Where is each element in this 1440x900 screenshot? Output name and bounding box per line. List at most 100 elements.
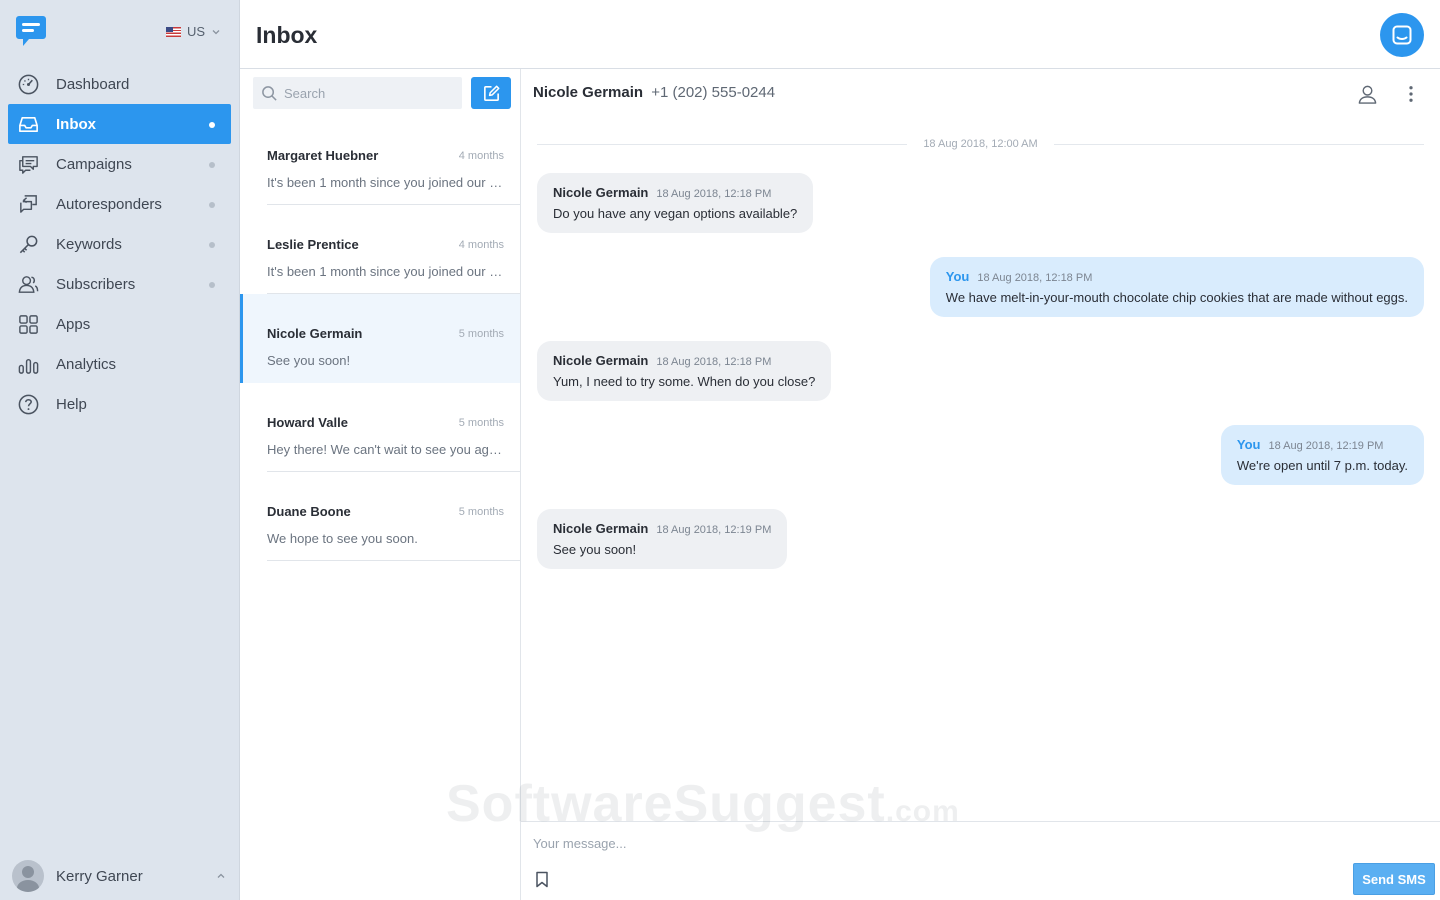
conversation-time: 5 months [458, 506, 504, 518]
sidebar-item-autoresponders[interactable]: Autoresponders [8, 184, 231, 224]
chat-icon [1392, 25, 1412, 45]
app-logo-icon[interactable] [15, 14, 47, 48]
send-sms-button[interactable]: Send SMS [1353, 863, 1435, 895]
chevron-down-icon [212, 29, 220, 34]
conversation-name: Margaret Huebner [267, 148, 379, 163]
key-icon [16, 232, 40, 256]
sidebar-item-label: Keywords [56, 235, 122, 253]
conversation-list: Margaret Huebner 4 months It's been 1 mo… [240, 69, 521, 900]
conversation-name: Howard Valle [267, 415, 348, 430]
contact-profile-button[interactable] [1356, 83, 1378, 105]
conversation-item[interactable]: Duane Boone 5 months We hope to see you … [240, 472, 520, 561]
conversation-name: Leslie Prentice [267, 237, 359, 252]
message-text: We're open until 7 p.m. today. [1236, 458, 1408, 473]
conversation-preview: It's been 1 month since you joined our V… [267, 264, 504, 279]
chat-header: Nicole Germain +1 (202) 555-0244 [533, 84, 775, 101]
sidebar-item-campaigns[interactable]: Campaigns [8, 144, 231, 184]
more-vertical-icon [1409, 86, 1413, 102]
locale-label: US [187, 24, 206, 39]
message-incoming: Nicole Germain 18 Aug 2018, 12:19 PM See … [537, 509, 788, 569]
conversation-preview: See you soon! [267, 353, 351, 368]
sidebar-item-label: Apps [56, 315, 91, 333]
help-icon [16, 392, 40, 416]
page-title: Inbox [256, 22, 318, 48]
conversation-time: 5 months [458, 328, 504, 340]
support-chat-button[interactable] [1380, 13, 1424, 57]
compose-button[interactable] [471, 77, 511, 109]
sidebar-nav: Dashboard Inbox Campaigns Autoresponders [8, 64, 231, 424]
autoresponders-icon [16, 192, 40, 216]
conversation-item[interactable]: Leslie Prentice 4 months It's been 1 mon… [240, 205, 520, 294]
sidebar-item-label: Inbox [56, 115, 96, 133]
contact-phone: +1 (202) 555-0244 [651, 84, 776, 101]
sidebar-item-label: Subscribers [56, 275, 136, 293]
notification-dot [209, 162, 215, 168]
more-options-button[interactable] [1400, 83, 1422, 105]
notification-dot [209, 282, 215, 288]
campaigns-icon [16, 152, 40, 176]
conversation-preview: Hey there! We can't wait to see you agai… [267, 442, 504, 457]
sidebar: US Dashboard Inbox Campaigns Autorespond… [0, 0, 240, 900]
message-timestamp: 18 Aug 2018, 12:19 PM [656, 524, 772, 536]
sidebar-item-label: Analytics [56, 355, 117, 373]
us-flag-icon [166, 26, 181, 37]
message-composer: Send SMS [521, 821, 1440, 900]
message-timestamp: 18 Aug 2018, 12:18 PM [977, 272, 1093, 284]
message-input[interactable] [533, 836, 1233, 851]
notification-dot [209, 242, 215, 248]
search-input[interactable] [284, 85, 454, 101]
notification-dot [209, 122, 215, 128]
sidebar-item-analytics[interactable]: Analytics [8, 344, 231, 384]
conversation-name: Duane Boone [267, 504, 351, 519]
sidebar-item-label: Campaigns [56, 155, 132, 173]
bookmark-icon[interactable] [535, 871, 549, 888]
search-box [253, 77, 462, 109]
sidebar-item-keywords[interactable]: Keywords [8, 224, 231, 264]
sidebar-item-label: Dashboard [56, 75, 130, 93]
user-icon [1358, 85, 1376, 104]
conversation-time: 5 months [458, 417, 504, 429]
sidebar-item-dashboard[interactable]: Dashboard [8, 64, 231, 104]
message-text: We have melt-in-your-mouth chocolate chi… [945, 290, 1408, 305]
subscribers-icon [16, 272, 40, 296]
sidebar-item-inbox[interactable]: Inbox [8, 104, 231, 144]
chat-panel: Nicole Germain +1 (202) 555-0244 18 Aug … [521, 69, 1440, 900]
message-sender: Nicole Germain [553, 185, 649, 200]
locale-selector[interactable]: US [166, 24, 221, 39]
notification-dot [209, 202, 215, 208]
apps-icon [16, 312, 40, 336]
conversation-preview: We hope to see you soon. [267, 531, 418, 546]
conversation-item[interactable]: Howard Valle 5 months Hey there! We can'… [240, 383, 520, 472]
message-incoming: Nicole Germain 18 Aug 2018, 12:18 PM Do y… [537, 173, 814, 233]
conversation-time: 4 months [458, 150, 504, 162]
conversation-preview: It's been 1 month since you joined our V… [267, 175, 504, 190]
sidebar-item-help[interactable]: Help [8, 384, 231, 424]
message-incoming: Nicole Germain 18 Aug 2018, 12:18 PM Yum,… [537, 341, 832, 401]
message-sender: You [1236, 437, 1261, 452]
message-text: See you soon! [553, 542, 637, 557]
sidebar-item-subscribers[interactable]: Subscribers [8, 264, 231, 304]
search-icon [262, 85, 277, 101]
message-sender: You [945, 269, 970, 284]
sidebar-item-label: Autoresponders [56, 195, 162, 213]
message-outgoing: You 18 Aug 2018, 12:19 PM We're open unti… [1220, 425, 1424, 485]
divider [1053, 143, 1424, 145]
message-sender: Nicole Germain [553, 521, 649, 536]
inbox-icon [16, 112, 40, 136]
contact-name: Nicole Germain [533, 84, 644, 101]
sidebar-item-label: Help [56, 395, 87, 413]
edit-icon [483, 85, 499, 101]
avatar [12, 860, 44, 892]
conversation-item[interactable]: Margaret Huebner 4 months It's been 1 mo… [240, 116, 520, 205]
chat-actions [1334, 83, 1422, 105]
message-timestamp: 18 Aug 2018, 12:18 PM [656, 188, 772, 200]
message-text: Yum, I need to try some. When do you clo… [553, 374, 816, 389]
sidebar-item-apps[interactable]: Apps [8, 304, 231, 344]
divider [537, 143, 908, 145]
message-text: Do you have any vegan options available? [553, 206, 798, 221]
conversation-item-selected[interactable]: Nicole Germain 5 months See you soon! [240, 294, 520, 383]
message-outgoing: You 18 Aug 2018, 12:18 PM We have melt-in… [929, 257, 1424, 317]
user-menu[interactable]: Kerry Garner [12, 860, 227, 892]
conversation-name: Nicole Germain [267, 326, 363, 341]
conversation-time: 4 months [458, 239, 504, 251]
